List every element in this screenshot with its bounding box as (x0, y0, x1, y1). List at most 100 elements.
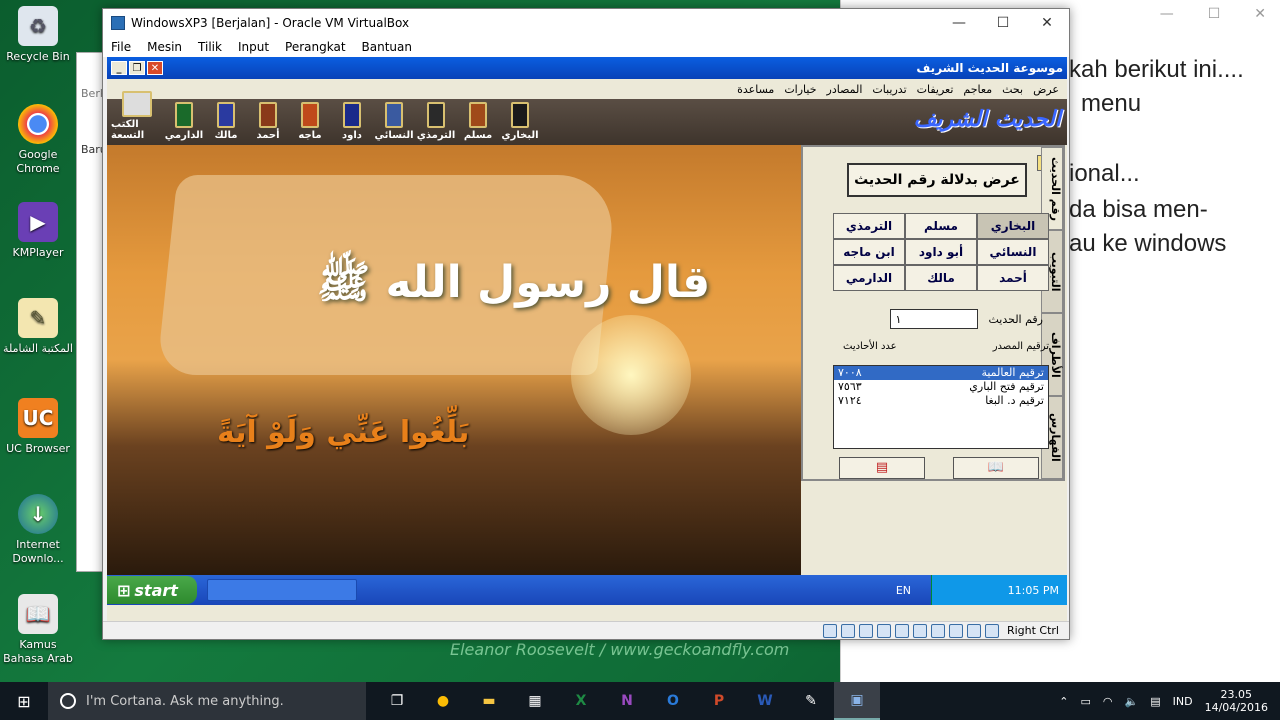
idm-icon: ↓ (18, 494, 58, 534)
notification-icon[interactable]: ▤ (1150, 695, 1160, 708)
toolbar-book-nine[interactable]: الكتب التسعة (111, 91, 163, 141)
cortana-search-box[interactable]: I'm Cortana. Ask me anything. (48, 682, 366, 720)
list-item[interactable]: ترقيم فتح الباري ٧٥٦٣ (834, 380, 1048, 394)
optical-status-icon[interactable] (840, 623, 855, 638)
usb-status-icon[interactable] (894, 623, 909, 638)
app-title: موسوعة الحديث الشريف (916, 61, 1063, 75)
toolbar-book-malik[interactable]: مالك (205, 102, 247, 141)
guest-screen[interactable]: _ ❐ ✕ موسوعة الحديث الشريف عرض بحث معاجم… (107, 57, 1067, 623)
toolbar-book-majah[interactable]: ماجه (289, 102, 331, 141)
store-icon[interactable]: ▦ (512, 682, 558, 720)
powerpoint-icon[interactable]: P (696, 682, 742, 720)
close-icon[interactable]: ✕ (1254, 6, 1266, 22)
windows-start-button[interactable]: ⊞ (0, 682, 48, 720)
wifi-icon[interactable]: ◠ (1103, 695, 1113, 708)
chrome-taskbar-icon[interactable]: ● (420, 682, 466, 720)
audio-status-icon[interactable] (858, 623, 873, 638)
minimize-icon[interactable]: — (1160, 6, 1174, 22)
virtualbox-taskbar-icon[interactable]: ▣ (834, 682, 880, 720)
toolbar-book-tirmidhi[interactable]: الترمذي (415, 102, 457, 141)
language-indicator[interactable]: IND (1173, 695, 1193, 708)
toolbar-book-nasai[interactable]: النسائي (373, 102, 415, 141)
app-menu-item[interactable]: معاجم (963, 83, 992, 96)
battery-icon[interactable]: ▭ (1081, 695, 1091, 708)
toolbar-book-bukhari[interactable]: البخاري (499, 102, 541, 141)
menu-input[interactable]: Input (238, 40, 269, 54)
open-book-button[interactable]: 📖 (953, 457, 1039, 479)
desktop-icon-kamus[interactable]: 📖 Kamus Bahasa Arab (0, 594, 76, 666)
menu-file[interactable]: File (111, 40, 131, 54)
app-menu-item[interactable]: تدريبات (872, 83, 906, 96)
word-icon[interactable]: W (742, 682, 788, 720)
book-button-bukhari[interactable]: البخاري (977, 213, 1049, 239)
desktop-icon-kmplayer[interactable]: ▶ KMPlayer (0, 202, 76, 260)
close-button[interactable]: ✕ (1025, 15, 1069, 31)
clock[interactable]: 23.05 14/04/2016 (1205, 688, 1268, 714)
book-icon (385, 102, 403, 128)
maximize-button[interactable]: ☐ (981, 15, 1025, 31)
book-button-ahmad[interactable]: أحمد (977, 265, 1049, 291)
onenote-icon[interactable]: N (604, 682, 650, 720)
list-item[interactable]: ترقيم العالمية ٧٠٠٨ (834, 366, 1048, 380)
maximize-icon[interactable]: ☐ (1208, 6, 1221, 22)
app-restore-button[interactable]: ❐ (129, 61, 145, 75)
desktop-icon-idm[interactable]: ↓ Internet Downlo... (0, 494, 76, 566)
hadith-number-input[interactable] (890, 309, 979, 329)
display-status-icon[interactable] (930, 623, 945, 638)
xp-start-button[interactable]: ⊞ start (107, 576, 197, 604)
desktop-icon-recycle-bin[interactable]: ♻ Recycle Bin (0, 6, 76, 64)
doc-text-line: ional... (1069, 160, 1140, 187)
taskbar-apps: ❐ ● ▬ ▦ X N O P W ✎ ▣ (374, 682, 880, 720)
desktop-icon-uc-browser[interactable]: UC UC Browser (0, 398, 76, 456)
app-minimize-button[interactable]: _ (111, 61, 127, 75)
books-toolbar: الكتب التسعة الدارمي مالك أحمد ماجه داود… (107, 91, 1067, 145)
virtualbox-window: WindowsXP3 [Berjalan] - Oracle VM Virtua… (102, 8, 1070, 640)
app-menu-item[interactable]: خيارات (784, 83, 816, 96)
volume-icon[interactable]: 🔈 (1125, 695, 1139, 708)
menu-tilik[interactable]: Tilik (198, 40, 222, 54)
task-view-icon[interactable]: ❐ (374, 682, 420, 720)
cpu-status-icon[interactable] (966, 623, 981, 638)
print-book-button[interactable]: ▤ (839, 457, 925, 479)
excel-icon[interactable]: X (558, 682, 604, 720)
toolbar-book-darimi[interactable]: الدارمي (163, 102, 205, 141)
virtualbox-titlebar[interactable]: WindowsXP3 [Berjalan] - Oracle VM Virtua… (103, 9, 1069, 37)
menu-bantuan[interactable]: Bantuan (362, 40, 412, 54)
numbering-list[interactable]: ترقيم العالمية ٧٠٠٨ ترقيم فتح الباري ٧٥٦… (833, 365, 1049, 449)
app-menu-item[interactable]: بحث (1002, 83, 1023, 96)
book-button-ibn-majah[interactable]: ابن ماجه (833, 239, 905, 265)
xp-language-indicator[interactable]: EN (896, 584, 911, 597)
toolbar-book-muslim[interactable]: مسلم (457, 102, 499, 141)
file-explorer-icon[interactable]: ▬ (466, 682, 512, 720)
network-status-icon[interactable] (876, 623, 891, 638)
toolbar-book-dawud[interactable]: داود (331, 102, 373, 141)
book-button-nasai[interactable]: النسائي (977, 239, 1049, 265)
app-menu-item[interactable]: مساعدة (737, 83, 774, 96)
chevron-up-icon[interactable]: ⌃ (1059, 695, 1068, 708)
book-button-malik[interactable]: مالك (905, 265, 977, 291)
desktop-icon-chrome[interactable]: Google Chrome (0, 104, 76, 176)
toolbar-book-ahmad[interactable]: أحمد (247, 102, 289, 141)
kamus-taskbar-icon[interactable]: ✎ (788, 682, 834, 720)
outlook-icon[interactable]: O (650, 682, 696, 720)
minimize-button[interactable]: — (937, 15, 981, 31)
menu-perangkat[interactable]: Perangkat (285, 40, 346, 54)
book-button-darimi[interactable]: الدارمي (833, 265, 905, 291)
app-menu-item[interactable]: تعريفات (917, 83, 954, 96)
capture-status-icon[interactable] (948, 623, 963, 638)
hdd-status-icon[interactable] (822, 623, 837, 638)
mouse-status-icon[interactable] (984, 623, 999, 638)
app-menu-item[interactable]: المصادر (827, 83, 863, 96)
menu-mesin[interactable]: Mesin (147, 40, 182, 54)
xp-task-button[interactable] (207, 579, 357, 601)
desktop-icon-library[interactable]: ✎ المكتبة الشاملة (0, 298, 76, 356)
list-item[interactable]: ترقيم د. البغا ٧١٢٤ (834, 394, 1048, 408)
app-close-button[interactable]: ✕ (147, 61, 163, 75)
xp-clock[interactable]: 11:05 PM (1008, 584, 1059, 597)
book-button-abu-dawud[interactable]: أبو داود (905, 239, 977, 265)
app-menu-item[interactable]: عرض (1033, 83, 1059, 96)
app-titlebar[interactable]: _ ❐ ✕ موسوعة الحديث الشريف (107, 57, 1067, 79)
book-button-muslim[interactable]: مسلم (905, 213, 977, 239)
shared-folder-status-icon[interactable] (912, 623, 927, 638)
book-button-tirmidhi[interactable]: الترمذي (833, 213, 905, 239)
